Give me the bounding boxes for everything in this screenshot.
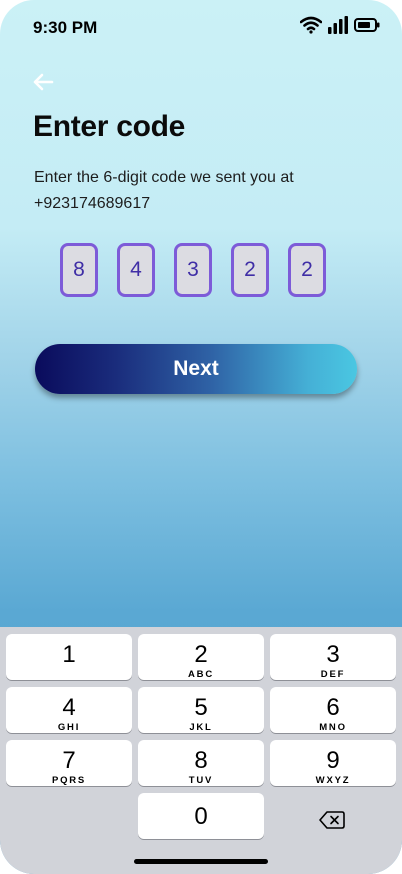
key-letters: ABC [188,669,214,680]
battery-icon [354,18,380,32]
key-4[interactable]: 4 GHI [6,687,132,733]
key-3[interactable]: 3 DEF [270,634,396,680]
key-letters: WXYZ [315,775,351,786]
code-digit-2[interactable]: 4 [117,243,155,297]
key-letters: PQRS [51,775,87,786]
key-letters: GHI [57,722,81,733]
key-2[interactable]: 2 ABC [138,634,264,680]
backspace-key[interactable] [302,805,362,835]
home-indicator[interactable] [134,859,268,864]
wifi-icon [300,16,322,34]
code-digit-4[interactable]: 2 [231,243,269,297]
backspace-icon [319,811,345,829]
key-9[interactable]: 9 WXYZ [270,740,396,786]
page-title: Enter code [33,110,186,143]
key-digit: 1 [62,641,76,668]
key-digit: 8 [194,747,208,774]
code-digit-3[interactable]: 3 [174,243,212,297]
status-time: 9:30 PM [33,18,98,37]
key-digit: 0 [194,803,208,830]
key-digit: 2 [194,641,208,668]
code-digit-5[interactable]: 2 [288,243,326,297]
code-digit-1[interactable]: 8 [60,243,98,297]
key-letters: TUV [188,775,214,786]
key-letters: MNO [319,722,347,733]
key-5[interactable]: 5 JKL [138,687,264,733]
numeric-keyboard: 1 2 ABC 3 DEF 4 GHI 5 JKL 6 MNO 7 PQRS 8 [0,627,402,874]
code-input-row: 8 4 3 2 2 [60,243,326,297]
key-digit: 9 [326,747,340,774]
key-0[interactable]: 0 [138,793,264,839]
key-digit: 3 [326,641,340,668]
key-letters: JKL [189,722,213,733]
key-digit: 7 [62,747,76,774]
page-subtitle: Enter the 6-digit code we sent you at +9… [34,169,294,212]
key-digit: 6 [326,694,340,721]
key-7[interactable]: 7 PQRS [6,740,132,786]
key-letters: DEF [320,669,346,680]
next-button[interactable]: Next [35,344,357,394]
key-digit: 5 [194,694,208,721]
phone-screen: 9:30 PM Enter code Enter the 6-digit cod… [0,0,402,874]
key-digit: 4 [62,694,76,721]
status-bar: 9:30 PM [0,0,402,56]
cellular-signal-icon [328,16,348,34]
key-6[interactable]: 6 MNO [270,687,396,733]
key-1[interactable]: 1 [6,634,132,680]
key-8[interactable]: 8 TUV [138,740,264,786]
status-icons [300,16,380,34]
arrow-left-icon[interactable] [30,70,56,94]
